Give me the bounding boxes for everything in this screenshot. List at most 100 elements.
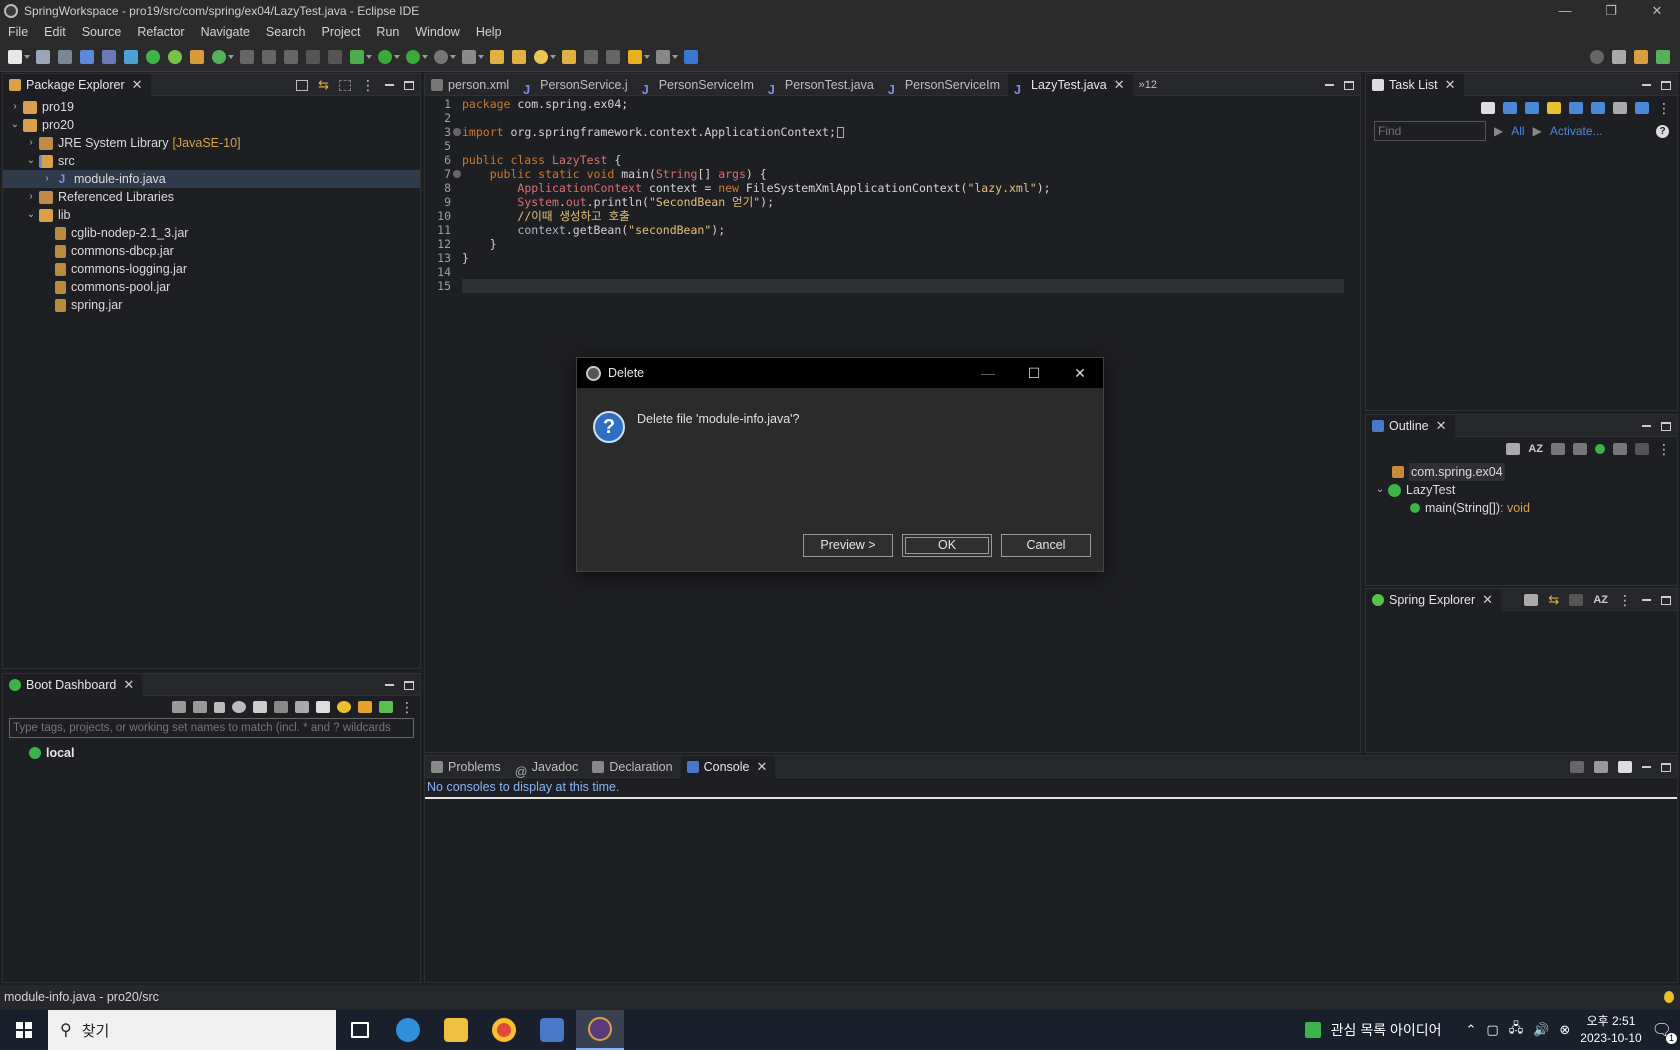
mute-mic-icon[interactable]: ⊗ xyxy=(1559,1022,1570,1038)
refresh-icon[interactable] xyxy=(232,701,246,713)
tab-person-service-impl[interactable]: J PersonServiceIm xyxy=(636,74,762,97)
filter-icon[interactable] xyxy=(316,701,330,713)
boot-target-local[interactable]: local xyxy=(3,744,420,762)
tray-widget-text[interactable]: 관심 목록 아이디어 xyxy=(1331,1020,1442,1040)
volume-icon[interactable]: 🔊 xyxy=(1533,1022,1549,1038)
outline-class[interactable]: ⌄ LazyTest xyxy=(1366,481,1677,499)
tree-node-jar[interactable]: commons-dbcp.jar xyxy=(3,242,420,260)
tab-person-service[interactable]: J PersonService.j xyxy=(517,74,636,97)
chevron-right-icon[interactable]: › xyxy=(9,98,21,116)
tree-node-jar[interactable]: commons-pool.jar xyxy=(3,278,420,296)
view-menu-icon[interactable]: ⋮ xyxy=(361,77,375,94)
tab-person-xml[interactable]: person.xml xyxy=(425,74,517,96)
menu-window[interactable]: Window xyxy=(407,22,467,42)
start-icon[interactable] xyxy=(172,701,186,713)
maximize-view-button[interactable] xyxy=(1661,80,1671,90)
chevron-down-icon[interactable] xyxy=(228,54,234,59)
close-icon[interactable]: ✕ xyxy=(1482,589,1493,611)
run-icon[interactable] xyxy=(378,49,392,64)
tab-person-test[interactable]: J PersonTest.java xyxy=(762,74,882,97)
scheduled-icon[interactable] xyxy=(1525,102,1539,114)
chevron-down-icon[interactable] xyxy=(672,54,678,59)
new-class-icon[interactable] xyxy=(212,49,226,64)
focus-icon[interactable] xyxy=(339,79,351,91)
link-with-editor-icon[interactable]: ⇆ xyxy=(1548,592,1559,608)
collapse-all-icon[interactable] xyxy=(1506,443,1521,455)
skip-breakpoints-icon[interactable] xyxy=(102,49,116,64)
new-spring-project-icon[interactable] xyxy=(190,49,204,64)
minimize-view-button[interactable] xyxy=(385,84,394,86)
chevron-down-icon[interactable]: ⌄ xyxy=(25,206,37,224)
menu-edit[interactable]: Edit xyxy=(36,22,74,42)
network-icon[interactable]: 🖧 xyxy=(1509,1019,1524,1041)
maximize-view-button[interactable] xyxy=(404,680,414,690)
tab-package-explorer[interactable]: Package Explorer ✕ xyxy=(3,73,151,96)
close-button[interactable]: ✕ xyxy=(1634,0,1680,22)
chrome-app[interactable] xyxy=(480,1010,528,1050)
pen-icon[interactable] xyxy=(240,49,254,64)
java-perspective-icon[interactable] xyxy=(1634,50,1648,64)
tree-node-referenced-libraries[interactable]: › Referenced Libraries xyxy=(3,188,420,206)
stop-icon[interactable] xyxy=(214,701,225,713)
focus-icon[interactable] xyxy=(1635,443,1649,455)
chevron-down-icon[interactable] xyxy=(550,54,556,59)
menu-refactor[interactable]: Refactor xyxy=(129,22,192,42)
minimize-view-button[interactable] xyxy=(1642,425,1651,427)
tab-outline[interactable]: Outline ✕ xyxy=(1366,414,1455,437)
block-select-icon[interactable] xyxy=(306,49,320,64)
close-icon[interactable]: ✕ xyxy=(1436,415,1447,437)
debug-icon[interactable] xyxy=(350,49,364,64)
fold-icon[interactable] xyxy=(453,170,461,178)
open-type-icon[interactable] xyxy=(490,49,504,64)
search-icon[interactable] xyxy=(1590,50,1604,64)
open-console-icon[interactable] xyxy=(1618,761,1632,773)
open-perspective-icon[interactable] xyxy=(1612,50,1626,64)
spring-perspective-icon[interactable] xyxy=(1656,50,1670,64)
pen-icon[interactable] xyxy=(295,701,309,713)
close-icon[interactable]: ✕ xyxy=(1114,74,1125,96)
chevron-right-icon[interactable]: › xyxy=(25,188,37,206)
minimize-view-button[interactable] xyxy=(1642,84,1651,86)
new-task-icon[interactable] xyxy=(1481,102,1495,114)
folded-imports-icon[interactable] xyxy=(836,127,844,138)
lightbulb-icon[interactable] xyxy=(1664,991,1674,1003)
categorized-icon[interactable] xyxy=(1503,102,1517,114)
tree-node-jar[interactable]: spring.jar xyxy=(3,296,420,314)
view-menu-icon[interactable]: ⋮ xyxy=(1657,441,1671,458)
minimize-view-button[interactable] xyxy=(1642,766,1651,768)
start-button[interactable] xyxy=(0,1010,48,1050)
expand-all-icon[interactable] xyxy=(1613,102,1627,114)
task-find-input[interactable] xyxy=(1374,121,1486,141)
meet-icon[interactable]: ▢ xyxy=(1486,1022,1498,1038)
lightbulb-icon[interactable] xyxy=(337,701,351,713)
menu-source[interactable]: Source xyxy=(74,22,130,42)
close-icon[interactable]: ✕ xyxy=(756,756,767,778)
maximize-view-button[interactable] xyxy=(1661,762,1671,772)
fold-icon[interactable] xyxy=(453,128,461,136)
open-console-icon[interactable] xyxy=(80,49,94,64)
chevron-up-icon[interactable]: ⌃ xyxy=(1466,1022,1477,1038)
sort-icon[interactable]: AZ xyxy=(1593,594,1608,606)
save-all-icon[interactable] xyxy=(58,49,72,64)
minimize-view-button[interactable] xyxy=(385,684,394,686)
external-tools-icon[interactable] xyxy=(434,49,448,64)
hide-static-icon[interactable] xyxy=(1573,443,1587,455)
focus-icon[interactable] xyxy=(1547,102,1561,114)
open-task-icon[interactable] xyxy=(512,49,526,64)
view-menu-icon[interactable]: ⋮ xyxy=(400,699,414,716)
maximize-view-button[interactable] xyxy=(1661,595,1671,605)
hide-nonpublic-icon[interactable] xyxy=(1595,444,1605,454)
tree-node-jar[interactable]: cglib-nodep-2.1_3.jar xyxy=(3,224,420,242)
boot-filter-input[interactable] xyxy=(9,718,414,738)
tree-node-pro19[interactable]: › pro19 xyxy=(3,98,420,116)
hide-local-types-icon[interactable] xyxy=(1613,443,1627,455)
menu-help[interactable]: Help xyxy=(468,22,510,42)
maximize-view-button[interactable] xyxy=(1661,421,1671,431)
minimize-button[interactable]: — xyxy=(1542,0,1588,22)
activate-link[interactable]: Activate... xyxy=(1550,124,1603,138)
tab-boot-dashboard[interactable]: Boot Dashboard ✕ xyxy=(3,673,143,696)
tab-console[interactable]: Console ✕ xyxy=(680,755,776,778)
chevron-right-icon[interactable]: › xyxy=(41,170,53,188)
file-explorer-app[interactable] xyxy=(432,1010,480,1050)
restore-button[interactable]: ❐ xyxy=(1588,0,1634,22)
